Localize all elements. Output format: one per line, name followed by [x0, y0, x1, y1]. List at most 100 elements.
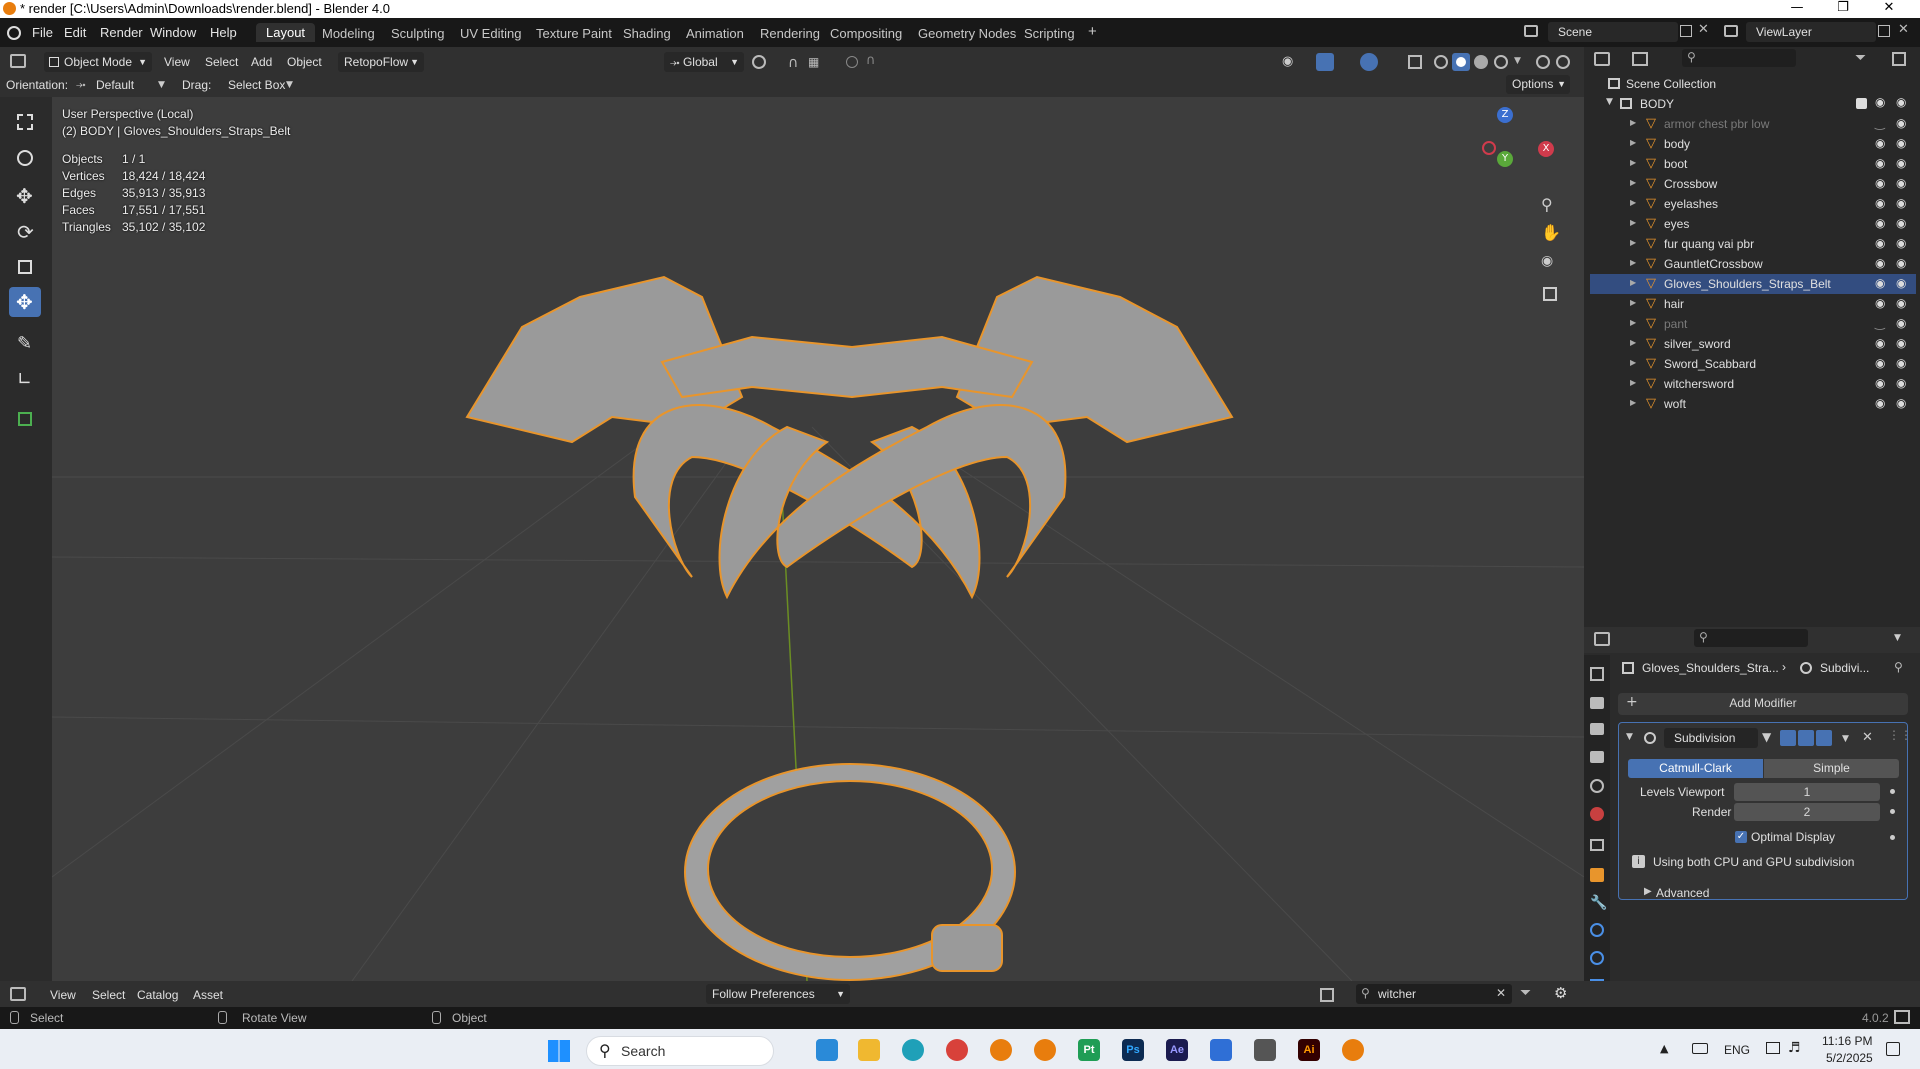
outliner-item[interactable]: ▶ ▽ witchersword ◉ ◉: [1590, 374, 1916, 394]
display-mode-icon[interactable]: [1632, 52, 1648, 66]
tab-rendering[interactable]: Rendering: [760, 26, 820, 41]
tab-texture-paint[interactable]: Texture Paint: [536, 26, 612, 41]
menu-object[interactable]: Object: [287, 55, 322, 69]
overlay-toggle-icon[interactable]: [1360, 53, 1378, 71]
menu-select[interactable]: Select: [205, 55, 238, 69]
store-icon[interactable]: [1210, 1039, 1232, 1061]
windows-start-icon[interactable]: [548, 1040, 570, 1062]
visibility-eye-icon[interactable]: ◉: [1875, 336, 1885, 350]
add-workspace-icon[interactable]: +: [1088, 23, 1097, 40]
xray-toggle-icon[interactable]: [1408, 55, 1422, 69]
advanced-section[interactable]: Advanced: [1656, 886, 1709, 900]
rotate-tool[interactable]: ⟳: [9, 217, 41, 247]
render-toggle-icon[interactable]: [1816, 730, 1832, 746]
task-view-icon[interactable]: [816, 1039, 838, 1061]
visibility-eye-icon[interactable]: ◉: [1875, 276, 1885, 290]
render-camera-icon[interactable]: ◉: [1896, 336, 1906, 350]
visibility-eye-icon[interactable]: ◉: [1875, 296, 1885, 310]
render-camera-icon[interactable]: ◉: [1896, 116, 1906, 130]
render-camera-icon[interactable]: ◉: [1896, 296, 1906, 310]
outliner-item[interactable]: ▶ ▽ boot ◉ ◉: [1590, 154, 1916, 174]
asset-menu-asset[interactable]: Asset: [193, 988, 223, 1002]
view-layer-tab-icon[interactable]: [1590, 751, 1604, 763]
expand-arrow-icon[interactable]: ▶: [1630, 398, 1636, 407]
outliner-item[interactable]: ▶ ▽ GauntletCrossbow ◉ ◉: [1590, 254, 1916, 274]
belt-mesh[interactable]: [684, 763, 1016, 981]
particles-tab-icon[interactable]: [1590, 923, 1604, 937]
visibility-eye-icon[interactable]: ‿: [1875, 316, 1885, 330]
levels-viewport-field[interactable]: 1: [1734, 783, 1880, 801]
shading-options-icon[interactable]: ▼: [1514, 56, 1521, 66]
outliner-root[interactable]: Scene Collection: [1590, 74, 1916, 94]
menu-view[interactable]: View: [164, 55, 190, 69]
visibility-eye-icon[interactable]: ◉: [1875, 136, 1885, 150]
new-collection-icon[interactable]: [1892, 52, 1906, 66]
proportional-edit-icon[interactable]: [846, 56, 858, 68]
chevron-down-icon[interactable]: ▼: [1894, 633, 1901, 643]
blender-active-icon[interactable]: [1342, 1039, 1364, 1061]
move-tool[interactable]: ✥: [9, 181, 41, 211]
catmull-clark-button[interactable]: Catmull-Clark: [1628, 759, 1763, 778]
wireframe-shading-icon[interactable]: [1434, 55, 1448, 69]
expand-arrow-icon[interactable]: ▶: [1630, 178, 1636, 187]
render-settings-icon[interactable]: [1556, 55, 1570, 69]
visibility-eye-icon[interactable]: ◉: [1875, 256, 1885, 270]
properties-editor-icon[interactable]: [1594, 632, 1610, 646]
delete-scene-icon[interactable]: ✕: [1698, 22, 1709, 37]
object-visibility-icon[interactable]: ◉: [1282, 54, 1293, 69]
add-modifier-button[interactable]: + Add Modifier: [1618, 693, 1908, 715]
view-layer-icon[interactable]: [1724, 25, 1738, 37]
render-camera-icon[interactable]: ◉: [1896, 216, 1906, 230]
tab-shading[interactable]: Shading: [623, 26, 671, 41]
3d-viewport[interactable]: User Perspective (Local) (2) BODY | Glov…: [52, 97, 1584, 981]
new-view-layer-icon[interactable]: [1878, 25, 1890, 37]
menu-add[interactable]: Add: [251, 55, 272, 69]
expand-arrow-icon[interactable]: ▶: [1630, 318, 1636, 327]
menu-edit[interactable]: Edit: [64, 25, 86, 40]
network-icon[interactable]: [1766, 1042, 1780, 1054]
render-camera-icon[interactable]: ◉: [1896, 276, 1906, 290]
menu-help[interactable]: Help: [210, 25, 237, 40]
editor-type-icon[interactable]: [10, 54, 26, 68]
outliner-collection[interactable]: ▼ BODY ◉ ◉: [1590, 94, 1916, 114]
outliner-item[interactable]: ▶ ▽ eyes ◉ ◉: [1590, 214, 1916, 234]
tab-sculpting[interactable]: Sculpting: [391, 26, 444, 41]
snap-icon[interactable]: ∩: [788, 55, 798, 71]
ortho-grid-icon[interactable]: [1543, 287, 1557, 301]
output-tab-icon[interactable]: [1590, 723, 1604, 735]
keyframe-dot-icon[interactable]: [1890, 835, 1895, 840]
render-tab-icon[interactable]: [1590, 697, 1604, 709]
tab-modeling[interactable]: Modeling: [322, 26, 375, 41]
menu-render[interactable]: Render: [100, 25, 143, 40]
shoulder-straps-mesh[interactable]: [465, 275, 1234, 600]
measure-tool[interactable]: ∟: [9, 365, 41, 395]
outliner-item[interactable]: ▶ ▽ armor chest pbr low ‿ ◉: [1590, 114, 1916, 134]
expand-arrow-icon[interactable]: ▶: [1630, 218, 1636, 227]
display-size-icon[interactable]: [1320, 988, 1334, 1002]
render-camera-icon[interactable]: ◉: [1896, 316, 1906, 330]
edit-mode-toggle-icon[interactable]: ▼: [1762, 730, 1778, 746]
keyframe-dot-icon[interactable]: [1890, 809, 1895, 814]
restore-icon[interactable]: ❐: [1820, 0, 1866, 18]
asset-editor-icon[interactable]: [10, 987, 26, 1001]
visibility-eye-icon[interactable]: ◉: [1875, 196, 1885, 210]
blender-app-icon[interactable]: [990, 1039, 1012, 1061]
camera-icon[interactable]: ◉: [1541, 253, 1553, 269]
render-camera-icon[interactable]: ◉: [1896, 356, 1906, 370]
snap-target-icon[interactable]: ▦: [808, 55, 819, 69]
expand-arrow-icon[interactable]: ▶: [1630, 198, 1636, 207]
gear-icon[interactable]: ⚙: [1554, 984, 1567, 1002]
new-scene-icon[interactable]: [1680, 25, 1692, 37]
expand-arrow-icon[interactable]: ▶: [1630, 258, 1636, 267]
outliner-item[interactable]: ▶ ▽ fur quang vai pbr ◉ ◉: [1590, 234, 1916, 254]
gizmo-x-axis[interactable]: X: [1538, 141, 1554, 157]
expand-arrow-icon[interactable]: ▶: [1630, 118, 1636, 127]
outliner-editor-icon[interactable]: [1594, 52, 1610, 66]
orientation-dropdown[interactable]: Default: [96, 78, 134, 92]
modifier-tab-icon[interactable]: 🔧: [1590, 895, 1607, 911]
asset-menu-select[interactable]: Select: [92, 988, 125, 1002]
delete-view-layer-icon[interactable]: ✕: [1898, 22, 1909, 37]
outliner-item[interactable]: ▶ ▽ eyelashes ◉ ◉: [1590, 194, 1916, 214]
illustrator-icon[interactable]: Ai: [1298, 1039, 1320, 1061]
transform-tool[interactable]: ✥: [9, 287, 41, 317]
